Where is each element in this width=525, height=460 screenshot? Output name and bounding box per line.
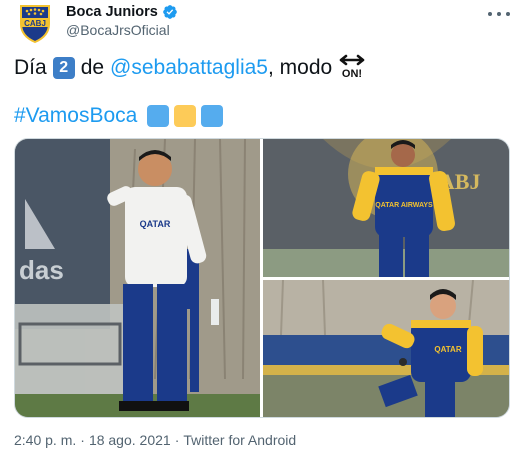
photo-player-dribbling[interactable]: QATAR <box>263 280 509 417</box>
on-arrow-emoji-icon: ON! <box>338 53 366 80</box>
author-handle[interactable]: @BocaJrsOficial <box>66 22 170 38</box>
on-emoji-text: ON! <box>342 68 362 79</box>
blue-square-emoji-icon <box>201 105 224 127</box>
dribbling-player-shirt-text: QATAR <box>434 345 461 354</box>
photo-player-running[interactable]: CABJ QATAR AIRWAYS <box>263 139 509 277</box>
tweet-header: CABJ Boca Juniors @BocaJrsOficial <box>14 2 514 44</box>
keycap-number-emoji: 2 <box>52 57 75 79</box>
author-name[interactable]: Boca Juniors <box>66 4 158 20</box>
tweet-text-de: de <box>80 56 105 79</box>
tweet-text-modo: , modo <box>267 56 333 79</box>
svg-text:das: das <box>19 255 64 285</box>
tweet-metadata: 2:40 p. m. · 18 ago. 2021 · Twitter for … <box>14 432 296 448</box>
separator-dot: · <box>80 432 85 448</box>
separator-dot: · <box>174 432 180 448</box>
tweet-text-prefix: Día <box>14 56 47 79</box>
tweet-source-link[interactable]: Twitter for Android <box>183 432 296 448</box>
media-grid: das QATAR CABJ QATAR AIRWAYS QATAR <box>14 138 510 418</box>
avatar[interactable]: CABJ <box>14 2 56 44</box>
avatar-crest-text: CABJ <box>24 19 46 28</box>
more-options-icon[interactable] <box>488 6 510 22</box>
tweet-text-line-2: #VamosBoca <box>14 102 224 130</box>
blue-square-emoji-icon <box>147 105 170 127</box>
tweet-text-line-1: Día 2 de @sebabattaglia5 , modo ON! <box>14 54 366 82</box>
yellow-square-emoji-icon <box>174 105 197 127</box>
running-player-shirt-text: QATAR AIRWAYS <box>375 202 433 209</box>
hashtag-link[interactable]: #VamosBoca <box>14 102 137 130</box>
photo-coach[interactable]: das QATAR <box>15 139 260 417</box>
tweet-time[interactable]: 2:40 p. m. <box>14 432 76 448</box>
tweet-date[interactable]: 18 ago. 2021 <box>89 432 171 448</box>
verified-badge-icon <box>162 4 178 20</box>
mention-link[interactable]: @sebabattaglia5 <box>110 54 268 82</box>
coach-shirt-text: QATAR <box>140 219 171 229</box>
